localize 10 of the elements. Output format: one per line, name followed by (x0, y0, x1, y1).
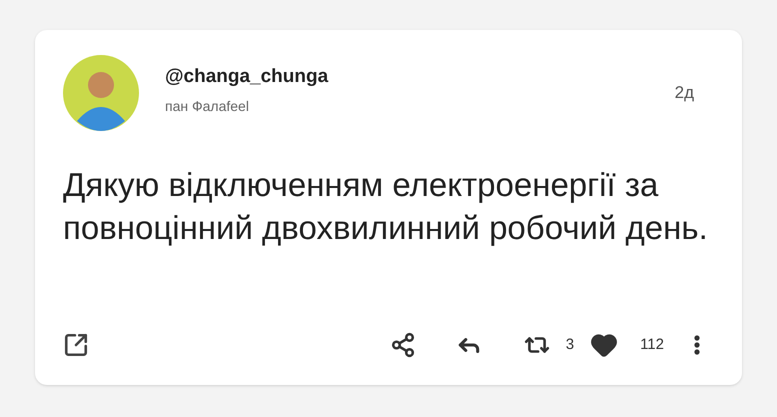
open-external-button[interactable] (63, 332, 89, 358)
post-time: 2д (674, 82, 694, 104)
more-options-icon (694, 335, 700, 355)
post-text: Дякую відключенням електроенергії за повноцінний двохвилинний робочий день. (63, 165, 709, 248)
username[interactable]: @changa_chunga (165, 63, 328, 92)
share-button[interactable] (390, 332, 416, 358)
like-count: 112 (640, 334, 664, 355)
repost-count: 3 (566, 334, 574, 355)
avatar[interactable] (63, 55, 139, 131)
display-name: пан Фалаfeel (165, 96, 250, 116)
